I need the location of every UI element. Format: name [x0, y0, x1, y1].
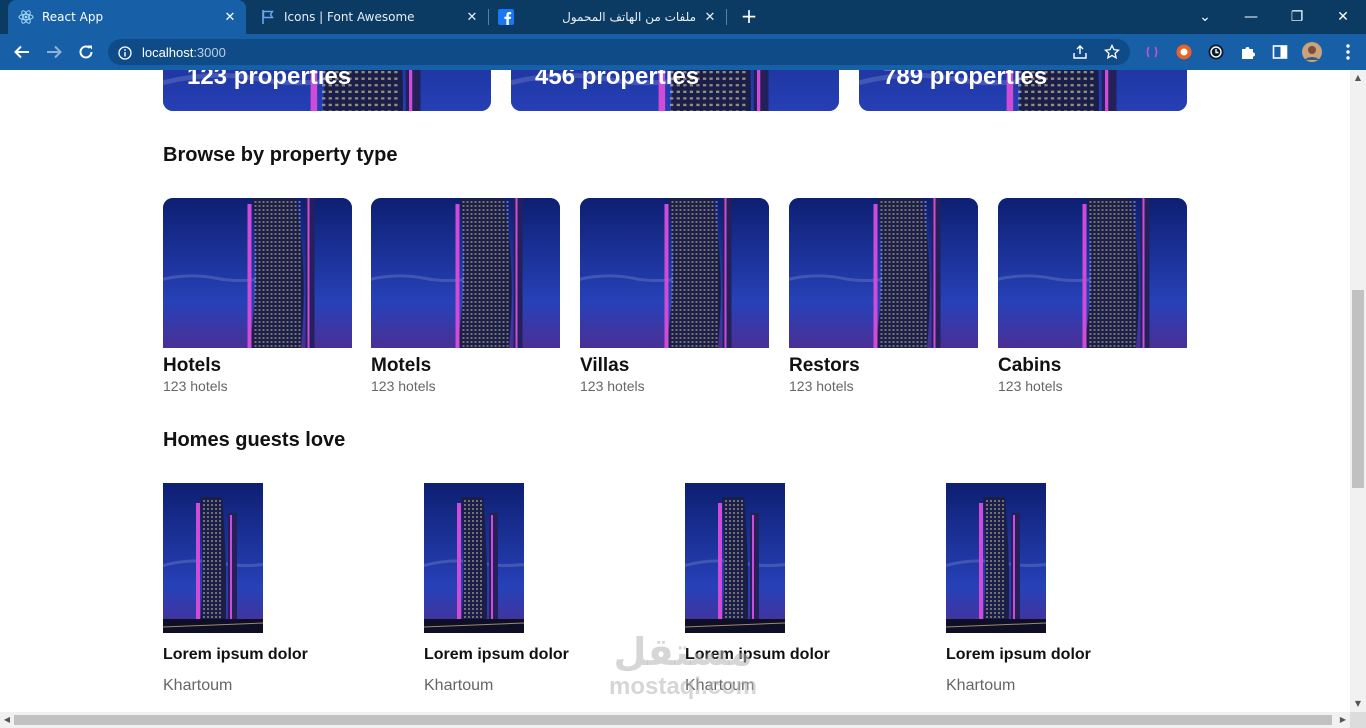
home-image [685, 483, 785, 633]
featured-card-text: 789 properties [883, 70, 1048, 90]
page-viewport: 123 properties 456 properties 789 proper… [0, 70, 1350, 712]
extensions-puzzle-icon[interactable] [1238, 42, 1258, 62]
scroll-right-icon[interactable]: ▶ [1339, 716, 1347, 724]
property-type-heading: Browse by property type [163, 144, 398, 166]
tab-close-icon[interactable]: ✕ [702, 9, 718, 25]
property-type-card[interactable]: Villas 123 hotels [580, 198, 769, 394]
tab-separator [488, 9, 489, 25]
tab-close-icon[interactable]: ✕ [222, 9, 238, 25]
bookmark-star-icon[interactable] [1102, 42, 1122, 62]
property-type-count: 123 hotels [580, 378, 645, 394]
profile-avatar[interactable] [1302, 42, 1322, 62]
home-image [946, 483, 1046, 633]
home-city: Khartoum [424, 677, 494, 694]
browser-toolbar: localhost:3000 [0, 34, 1366, 70]
property-type-card[interactable]: Restors 123 hotels [789, 198, 978, 394]
property-type-card[interactable]: Motels 123 hotels [371, 198, 560, 394]
home-card[interactable]: Lorem ipsum dolor Khartoum [946, 483, 1146, 695]
home-city: Khartoum [946, 677, 1016, 694]
menu-dots-icon[interactable] [1338, 42, 1358, 62]
featured-card-text: 456 properties [535, 70, 700, 90]
featured-card-text: 123 properties [187, 70, 352, 90]
home-image [163, 483, 263, 633]
home-name: Lorem ipsum dolor [424, 646, 569, 663]
tab-title: React App [42, 10, 104, 24]
share-icon[interactable] [1070, 42, 1090, 62]
featured-card[interactable]: 456 properties [511, 70, 839, 111]
tab-facebook[interactable]: ملفات من الهاتف المحمول ✕ [494, 0, 726, 34]
facebook-icon [498, 9, 514, 25]
back-icon[interactable] [11, 41, 33, 63]
property-type-image [580, 198, 769, 348]
property-type-count: 123 hotels [371, 378, 436, 394]
property-type-image [998, 198, 1187, 348]
browser-tab-strip: React App ✕ Icons | Font Awesome ✕ ملفات… [0, 0, 1366, 34]
extension-brackets-icon[interactable] [1142, 42, 1162, 62]
property-type-count: 123 hotels [163, 378, 228, 394]
scrollbar-corner [1350, 712, 1366, 728]
horizontal-scrollbar[interactable]: ◀ ▶ [0, 712, 1350, 728]
featured-card[interactable]: 789 properties [859, 70, 1187, 111]
tab-separator [726, 9, 727, 25]
restore-button[interactable]: ❐ [1274, 0, 1320, 34]
extension-clock-icon[interactable] [1206, 42, 1226, 62]
scroll-up-icon[interactable]: ▲ [1354, 74, 1362, 82]
property-type-name: Motels [371, 355, 432, 376]
tab-search-icon[interactable]: ⌄ [1182, 0, 1228, 34]
property-type-name: Hotels [163, 355, 222, 376]
horizontal-scroll-thumb[interactable] [14, 715, 1332, 725]
tab-title: Icons | Font Awesome [284, 10, 415, 24]
property-type-card[interactable]: Hotels 123 hotels [163, 198, 352, 394]
forward-icon[interactable] [43, 41, 65, 63]
react-icon [18, 9, 34, 25]
vertical-scroll-thumb[interactable] [1352, 290, 1364, 488]
watermark-arabic: مستقل [613, 630, 753, 674]
extension-orange-icon[interactable] [1174, 42, 1194, 62]
property-type-name: Cabins [998, 355, 1062, 376]
property-type-count: 123 hotels [998, 378, 1063, 394]
watermark-latin: mostaql.com [608, 673, 758, 700]
property-type-image [163, 198, 352, 348]
font-awesome-flag-icon [260, 9, 276, 25]
home-name: Lorem ipsum dolor [163, 646, 308, 663]
minimize-button[interactable]: — [1228, 0, 1274, 34]
tab-react-app[interactable]: React App ✕ [8, 0, 246, 34]
scroll-left-icon[interactable]: ◀ [3, 716, 11, 724]
home-image [424, 483, 524, 633]
property-type-name: Villas [580, 355, 630, 376]
vertical-scrollbar[interactable]: ▲ ▼ [1350, 70, 1366, 712]
side-panel-icon[interactable] [1270, 42, 1290, 62]
home-card[interactable]: Lorem ipsum dolor Khartoum [163, 483, 363, 695]
home-card[interactable]: Lorem ipsum dolor Khartoum [424, 483, 624, 695]
tab-font-awesome[interactable]: Icons | Font Awesome ✕ [252, 0, 488, 34]
property-type-image [789, 198, 978, 348]
mostaql-watermark: مستقل mostaql.com [598, 630, 768, 712]
new-tab-button[interactable]: + [738, 6, 760, 28]
url-text: localhost:3000 [142, 44, 226, 60]
property-type-card[interactable]: Cabins 123 hotels [998, 198, 1187, 394]
tab-title: ملفات من الهاتف المحمول [562, 10, 696, 24]
site-info-icon[interactable] [118, 45, 132, 60]
home-name: Lorem ipsum dolor [946, 646, 1091, 663]
homes-heading: Homes guests love [163, 429, 346, 451]
close-window-button[interactable]: ✕ [1320, 0, 1366, 34]
tab-close-icon[interactable]: ✕ [464, 9, 480, 25]
home-city: Khartoum [163, 677, 233, 694]
featured-card[interactable]: 123 properties [163, 70, 491, 111]
property-type-image [371, 198, 560, 348]
property-type-name: Restors [789, 355, 860, 376]
property-type-count: 123 hotels [789, 378, 854, 394]
scroll-down-icon[interactable]: ▼ [1354, 700, 1362, 708]
address-bar[interactable]: localhost:3000 [108, 39, 1130, 65]
reload-icon[interactable] [75, 41, 97, 63]
